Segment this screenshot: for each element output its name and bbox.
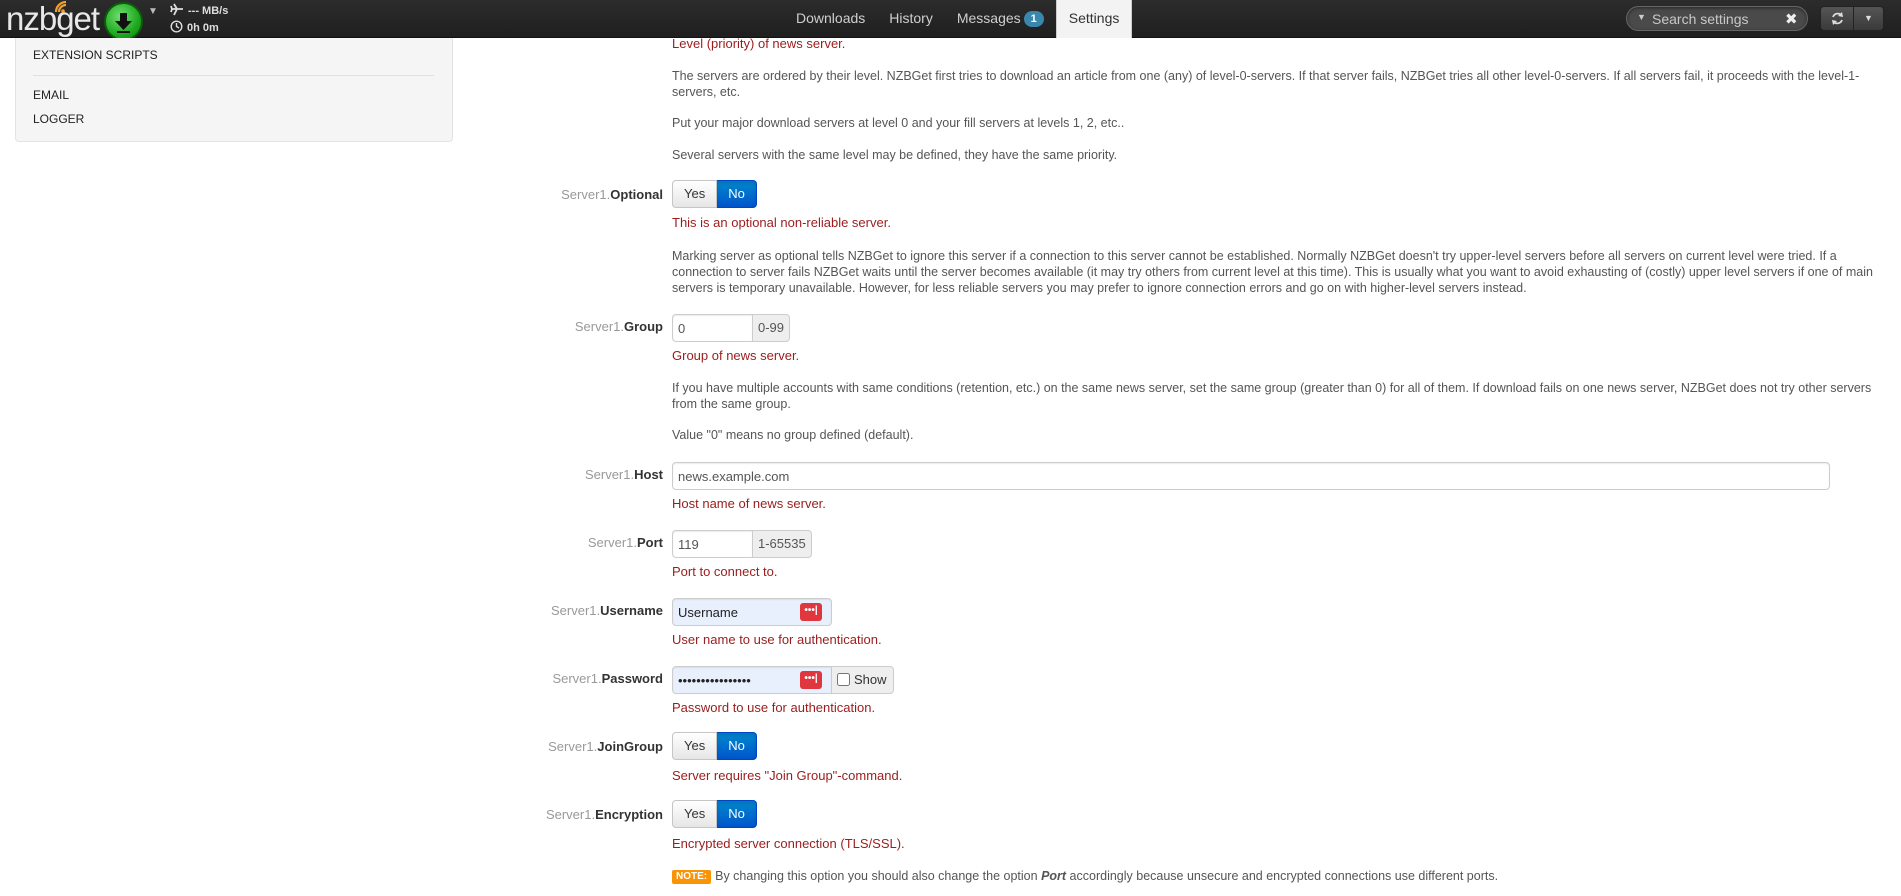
host-label: Server1.Host: [585, 467, 663, 482]
group-label: Server1.Group: [575, 319, 663, 334]
group-help-1: If you have multiple accounts with same …: [672, 381, 1872, 411]
encryption-label: Server1.Encryption: [546, 807, 663, 822]
messages-count-badge: 1: [1023, 11, 1044, 27]
refresh-icon: [1832, 12, 1843, 25]
optional-label-name: Optional: [610, 187, 663, 202]
group-range-addon: 0-99: [752, 314, 791, 342]
encryption-no-button[interactable]: No: [717, 800, 757, 828]
download-arrow-icon: [115, 13, 132, 33]
group-label-prefix: Server1.: [574, 319, 624, 334]
tab-downloads[interactable]: Downloads: [784, 0, 877, 37]
joingroup-toggle: Yes No: [672, 732, 757, 760]
nzbget-logo[interactable]: nzbget: [6, 2, 100, 36]
search-dropdown-caret-icon[interactable]: ▼: [1637, 12, 1646, 22]
note-text-before: By changing this option you should also …: [715, 869, 1038, 883]
optional-yes-button[interactable]: Yes: [672, 180, 718, 208]
show-password-toggle[interactable]: Show: [831, 666, 894, 694]
joingroup-label: Server1.JoinGroup: [548, 739, 663, 754]
group-help-2: Value "0" means no group defined (defaul…: [672, 428, 914, 442]
wifi-icon: [54, 0, 67, 13]
encryption-note: NOTE: By changing this option you should …: [672, 868, 1877, 884]
group-input[interactable]: [672, 314, 753, 342]
host-label-prefix: Server1.: [584, 467, 635, 482]
navbar: nzbget ▼ --- MB/s 0h 0m Downloads Histor…: [0, 0, 1901, 41]
port-label: Server1.Port: [588, 535, 663, 550]
password-manager-icon[interactable]: •••|: [800, 603, 822, 621]
level-help-2: Put your major download servers at level…: [672, 116, 1125, 130]
host-label-name: Host: [634, 467, 663, 482]
search-box: ▼ ✖: [1626, 6, 1808, 31]
host-help-red: Host name of news server.: [672, 496, 826, 511]
joingroup-no-button[interactable]: No: [717, 732, 757, 760]
port-range-addon: 1-65535: [752, 530, 812, 558]
group-help-red: Group of news server.: [672, 348, 800, 363]
time-indicator: 0h 0m: [170, 20, 219, 34]
password-manager-icon[interactable]: •••|: [800, 671, 822, 689]
show-password-checkbox[interactable]: [837, 673, 850, 686]
clear-search-icon[interactable]: ✖: [1785, 10, 1798, 28]
speed-indicator: --- MB/s: [170, 3, 228, 17]
level-help-1: The servers are ordered by their level. …: [672, 69, 1860, 99]
encryption-label-prefix: Server1.: [545, 807, 596, 822]
plane-icon: [170, 3, 183, 16]
tab-messages[interactable]: Messages 1: [945, 0, 1056, 37]
port-label-name: Port: [637, 535, 663, 550]
optional-label-prefix: Server1.: [561, 187, 611, 202]
joingroup-yes-button[interactable]: Yes: [672, 732, 718, 760]
time-text: 0h 0m: [187, 22, 219, 34]
optional-no-button[interactable]: No: [717, 180, 757, 208]
password-label-prefix: Server1.: [552, 671, 602, 686]
tab-settings[interactable]: Settings: [1055, 0, 1133, 38]
show-password-label: Show: [854, 672, 887, 687]
port-help-red: Port to connect to.: [672, 564, 778, 579]
password-label-name: Password: [601, 671, 663, 686]
group-label-name: Group: [624, 319, 663, 334]
port-label-prefix: Server1.: [587, 535, 637, 550]
username-help-red: User name to use for authentication.: [672, 632, 882, 647]
optional-help-1: Marking server as optional tells NZBGet …: [672, 249, 1873, 295]
note-tag: NOTE:: [672, 870, 712, 884]
search-settings-input[interactable]: [1650, 10, 1780, 28]
pause-download-button[interactable]: [104, 2, 143, 41]
clock-icon: [170, 20, 183, 33]
joingroup-help-red: Server requires "Join Group"-command.: [672, 768, 903, 783]
refresh-menu-caret-icon[interactable]: ▼: [1854, 6, 1884, 31]
optional-label: Server1.Optional: [561, 187, 663, 202]
port-input[interactable]: [672, 530, 753, 558]
encryption-toggle: Yes No: [672, 800, 757, 828]
encryption-help-red: Encrypted server connection (TLS/SSL).: [672, 836, 905, 851]
host-input[interactable]: [672, 462, 1830, 490]
level-help-red: Level (priority) of news server.: [672, 36, 846, 51]
main-tabs: Downloads History Messages 1 Settings: [784, 0, 1133, 38]
optional-help-red: This is an optional non-reliable server.: [672, 215, 891, 230]
joingroup-label-name: JoinGroup: [597, 739, 663, 754]
username-label: Server1.Username: [551, 603, 663, 618]
tab-messages-label: Messages: [956, 10, 1021, 26]
password-help-red: Password to use for authentication.: [672, 700, 876, 715]
note-port-option: Port: [1041, 869, 1067, 883]
optional-toggle: Yes No: [672, 180, 757, 208]
speed-text: --- MB/s: [188, 5, 229, 17]
note-text-after: accordingly because unsecure and encrypt…: [1069, 869, 1499, 883]
encryption-yes-button[interactable]: Yes: [672, 800, 718, 828]
tab-history[interactable]: History: [877, 0, 945, 37]
password-label: Server1.Password: [552, 671, 663, 686]
encryption-label-name: Encryption: [595, 807, 663, 822]
settings-content: Level (priority) of news server. The ser…: [0, 36, 1901, 896]
username-label-name: Username: [600, 603, 663, 618]
username-label-prefix: Server1.: [550, 603, 601, 618]
joingroup-label-prefix: Server1.: [548, 739, 598, 754]
download-menu-caret-icon[interactable]: ▼: [148, 6, 158, 17]
level-help-3: Several servers with the same level may …: [672, 148, 1118, 162]
refresh-button[interactable]: [1820, 6, 1854, 31]
